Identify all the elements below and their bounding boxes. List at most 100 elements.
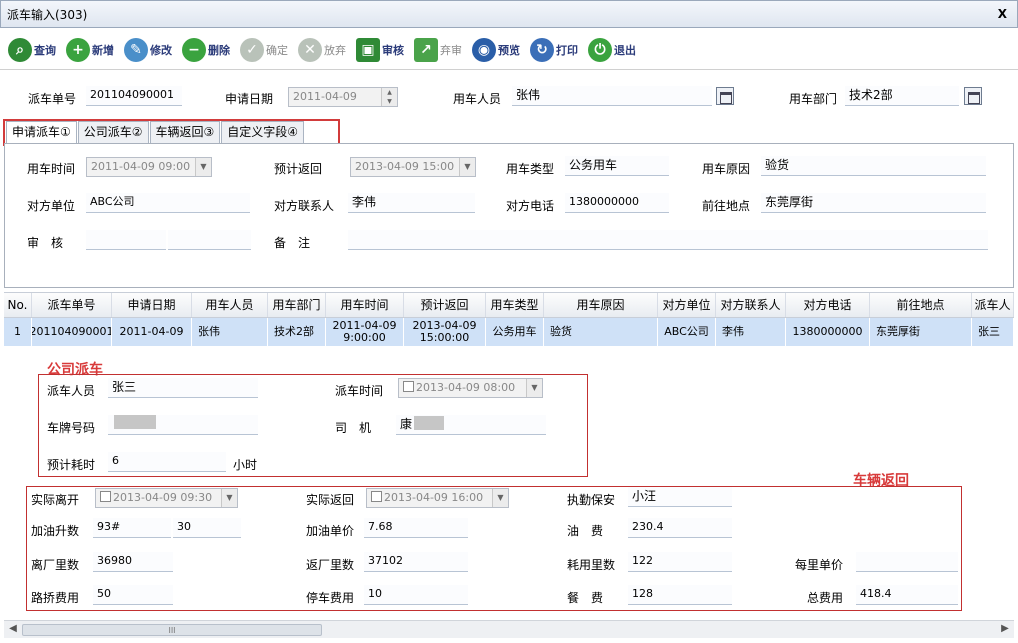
- table-row[interactable]: 1 201104090001 2011-04-09 张伟 技术2部 2011-04-09 9…: [4, 318, 1014, 346]
- reason-field[interactable]: 验货: [761, 156, 986, 176]
- party-contact-field[interactable]: 李伟: [348, 193, 475, 213]
- audit-date-field[interactable]: [168, 230, 251, 250]
- edit-button[interactable]: ✎ 修改: [124, 37, 172, 62]
- column-header[interactable]: 对方电话: [786, 293, 870, 317]
- column-header[interactable]: 派车单号: [32, 293, 112, 317]
- party-phone-field[interactable]: 1380000000: [565, 193, 669, 213]
- leave-km-field[interactable]: 36980: [93, 552, 173, 572]
- driver-redacted: [414, 416, 445, 430]
- meal-field[interactable]: 128: [628, 585, 732, 605]
- apply-date-spinner-icon[interactable]: ▲ ▼: [381, 88, 397, 106]
- use-time-dropdown-icon[interactable]: ▼: [195, 158, 211, 176]
- dispatch-time-label: 派车时间: [335, 384, 384, 398]
- dispatch-time-field[interactable]: 2013-04-09 08:00 ▼: [398, 378, 543, 398]
- column-header[interactable]: 预计返回: [404, 293, 486, 317]
- parking-field[interactable]: 10: [364, 585, 468, 605]
- dept-picker-icon[interactable]: [964, 87, 982, 105]
- unaudit-button[interactable]: ↗ 弃审: [414, 37, 462, 62]
- fuel-amount-field[interactable]: 30: [173, 518, 241, 538]
- fuel-fee-field[interactable]: 230.4: [628, 518, 732, 538]
- party-unit-field[interactable]: ABC公司: [86, 193, 250, 213]
- dept-field[interactable]: 技术2部: [845, 86, 959, 106]
- used-km-field[interactable]: 122: [628, 552, 732, 572]
- driver-prefix: 康: [400, 417, 413, 431]
- column-header[interactable]: 对方单位: [658, 293, 716, 317]
- table-cell: 东莞厚街: [870, 318, 972, 346]
- driver-field[interactable]: 康: [396, 415, 546, 435]
- abandon-button[interactable]: ✕ 放弃: [298, 37, 346, 62]
- column-header[interactable]: 前往地点: [870, 293, 972, 317]
- expect-return-dropdown-icon[interactable]: ▼: [459, 158, 475, 176]
- order-no-field[interactable]: 201104090001: [86, 86, 182, 106]
- plate-field[interactable]: [108, 415, 258, 435]
- delete-button[interactable]: − 删除: [182, 37, 230, 62]
- audit-button[interactable]: ▣ 审核: [356, 37, 404, 62]
- tabs-highlight-box: [3, 119, 340, 146]
- expect-return-label: 预计返回: [274, 162, 323, 176]
- cell-time: 15:00:00: [419, 331, 470, 344]
- fuel-fee-label: 油 费: [567, 524, 604, 538]
- confirm-button[interactable]: ✓ 确定: [240, 37, 288, 62]
- new-button[interactable]: + 新增: [66, 37, 114, 62]
- actual-return-checkbox[interactable]: [371, 491, 382, 502]
- column-header[interactable]: 派车人: [972, 293, 1014, 317]
- party-phone-label: 对方电话: [506, 199, 555, 213]
- use-time-field[interactable]: 2011-04-09 09:00 ▼: [86, 157, 212, 177]
- scroll-left-icon[interactable]: ◀: [6, 623, 20, 634]
- dispatch-time-dropdown-icon[interactable]: ▼: [526, 379, 542, 397]
- destination-label: 前往地点: [702, 199, 751, 213]
- actual-leave-field[interactable]: 2013-04-09 09:30 ▼: [95, 488, 238, 508]
- toll-field[interactable]: 50: [93, 585, 173, 605]
- column-header[interactable]: 用车类型: [486, 293, 544, 317]
- exit-button[interactable]: ⏻ 退出: [588, 37, 636, 62]
- column-header[interactable]: 对方联系人: [716, 293, 786, 317]
- expect-hours-field[interactable]: 6: [108, 452, 226, 472]
- auditor-field[interactable]: [86, 230, 166, 250]
- per-km-price-field[interactable]: [856, 552, 958, 572]
- scroll-thumb[interactable]: III: [22, 624, 322, 636]
- print-button[interactable]: ↻ 打印: [530, 37, 578, 62]
- reason-label: 用车原因: [702, 162, 751, 176]
- column-header[interactable]: No.: [4, 293, 32, 317]
- fuel-grade-field[interactable]: 93#: [93, 518, 171, 538]
- query-button[interactable]: ⌕ 查询: [8, 37, 56, 62]
- column-header[interactable]: 用车部门: [268, 293, 326, 317]
- total-field[interactable]: 418.4: [856, 585, 958, 605]
- actual-return-dropdown-icon[interactable]: ▼: [492, 489, 508, 507]
- scroll-right-icon[interactable]: ▶: [998, 623, 1012, 634]
- horizontal-scrollbar[interactable]: ◀ III ▶: [4, 620, 1014, 638]
- apply-date-label: 申请日期: [225, 92, 274, 106]
- column-header[interactable]: 用车人员: [192, 293, 268, 317]
- close-button[interactable]: X: [998, 7, 1007, 21]
- check-icon: ✓: [240, 37, 264, 62]
- dispatch-time-value: 2013-04-09 08:00: [416, 381, 516, 394]
- expect-return-value: 2013-04-09 15:00: [355, 160, 455, 173]
- driver-label: 司 机: [335, 421, 372, 435]
- column-header[interactable]: 申请日期: [112, 293, 192, 317]
- return-km-field[interactable]: 37102: [364, 552, 468, 572]
- dispatcher-label: 派车人员: [47, 384, 96, 398]
- remark-field[interactable]: [348, 230, 988, 250]
- dispatcher-field[interactable]: 张三: [108, 378, 258, 398]
- expect-return-field[interactable]: 2013-04-09 15:00 ▼: [350, 157, 476, 177]
- user-picker-icon[interactable]: [716, 87, 734, 105]
- guard-field[interactable]: 小汪: [628, 487, 732, 507]
- user-field[interactable]: 张伟: [512, 86, 712, 106]
- table-cell: 2011-04-09 9:00:00: [326, 318, 404, 346]
- car-type-field[interactable]: 公务用车: [565, 156, 669, 176]
- actual-leave-checkbox[interactable]: [100, 491, 111, 502]
- fuel-price-label: 加油单价: [306, 524, 355, 538]
- destination-field[interactable]: 东莞厚街: [761, 193, 986, 213]
- actual-return-field[interactable]: 2013-04-09 16:00 ▼: [366, 488, 509, 508]
- preview-button[interactable]: ◉ 预览: [472, 37, 520, 62]
- use-time-value: 2011-04-09 09:00: [91, 160, 191, 173]
- print-button-label: 打印: [556, 43, 578, 57]
- apply-date-field[interactable]: 2011-04-09 ▲ ▼: [288, 87, 398, 107]
- actual-leave-dropdown-icon[interactable]: ▼: [221, 489, 237, 507]
- column-header[interactable]: 用车时间: [326, 293, 404, 317]
- dispatch-time-checkbox[interactable]: [403, 381, 414, 392]
- column-header[interactable]: 用车原因: [544, 293, 658, 317]
- datetime-stack: 2011-04-09 9:00:00: [333, 320, 397, 344]
- datetime-stack: 2013-04-09 15:00:00: [413, 320, 477, 344]
- fuel-price-field[interactable]: 7.68: [364, 518, 468, 538]
